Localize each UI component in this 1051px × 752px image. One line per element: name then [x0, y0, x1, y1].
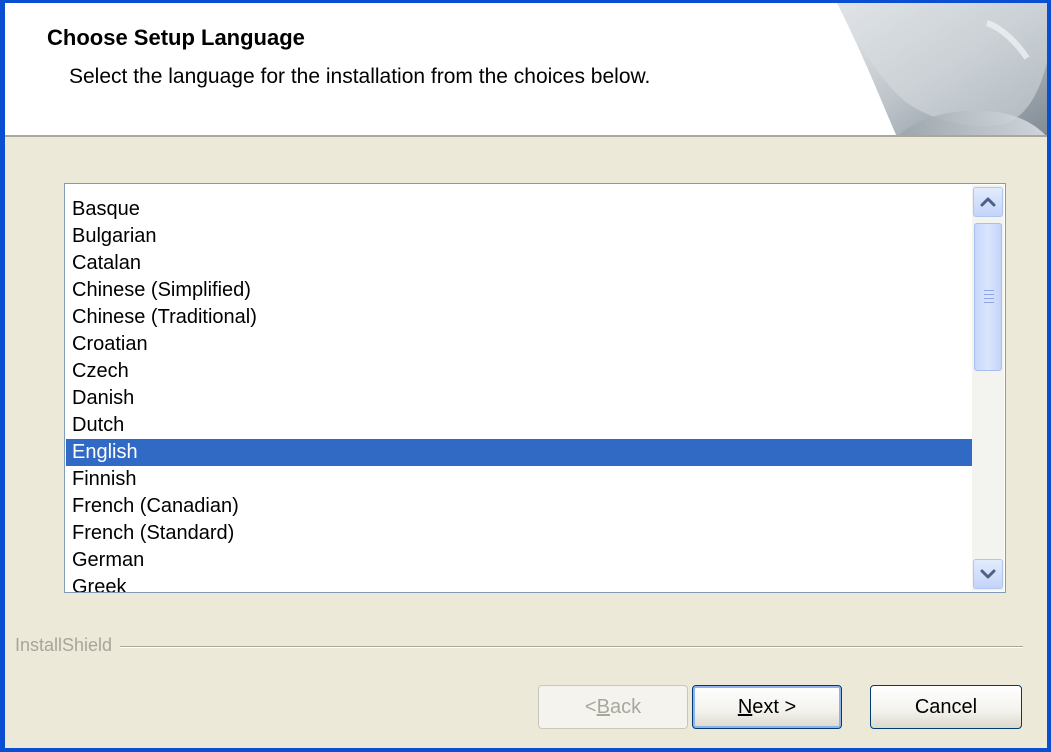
scroll-thumb[interactable]: [974, 223, 1002, 371]
back-button-prefix: <: [584, 695, 597, 718]
language-option[interactable]: French (Canadian): [66, 493, 972, 520]
language-option[interactable]: French (Standard): [66, 520, 972, 547]
language-option[interactable]: Czech: [66, 358, 972, 385]
scroll-down-button[interactable]: [973, 559, 1003, 589]
scroll-up-button[interactable]: [973, 187, 1003, 217]
back-button-accel: B: [596, 695, 610, 718]
scroll-grip-icon: [984, 290, 994, 304]
next-button[interactable]: Next >: [692, 685, 842, 729]
language-option[interactable]: Bulgarian: [66, 223, 972, 250]
language-option[interactable]: Croatian: [66, 331, 972, 358]
header-panel: Choose Setup Language Select the languag…: [5, 3, 1047, 137]
language-list[interactable]: Basque Bulgarian Catalan Chinese (Simplifie…: [66, 185, 972, 592]
language-option[interactable]: German: [66, 547, 972, 574]
language-option[interactable]: Chinese (Simplified): [66, 277, 972, 304]
next-button-rest: ext >: [752, 695, 797, 718]
back-button[interactable]: < Back: [538, 685, 688, 729]
language-option[interactable]: English: [66, 439, 972, 466]
separator-line: [15, 646, 1023, 648]
language-option[interactable]: Greek: [66, 574, 972, 592]
language-option[interactable]: Chinese (Traditional): [66, 304, 972, 331]
language-option[interactable]: Finnish: [66, 466, 972, 493]
vertical-scrollbar[interactable]: [972, 185, 1004, 591]
chevron-up-icon: [980, 197, 996, 207]
language-option[interactable]: Catalan: [66, 250, 972, 277]
cancel-button[interactable]: Cancel: [870, 685, 1022, 729]
next-button-accel: N: [737, 695, 753, 718]
back-button-rest: ack: [609, 695, 642, 718]
language-option[interactable]: Danish: [66, 385, 972, 412]
page-curl-graphic: [837, 3, 1047, 135]
brand-separator: InstallShield: [5, 635, 1023, 657]
page-subtitle: Select the language for the installation…: [69, 65, 651, 88]
language-option[interactable]: Dutch: [66, 412, 972, 439]
page-title: Choose Setup Language: [47, 25, 305, 50]
setup-dialog: Choose Setup Language Select the languag…: [0, 0, 1051, 752]
language-listbox[interactable]: Basque Bulgarian Catalan Chinese (Simplifie…: [64, 183, 1006, 593]
brand-label: InstallShield: [15, 635, 121, 656]
language-option[interactable]: Basque: [66, 196, 972, 223]
chevron-down-icon: [980, 569, 996, 579]
